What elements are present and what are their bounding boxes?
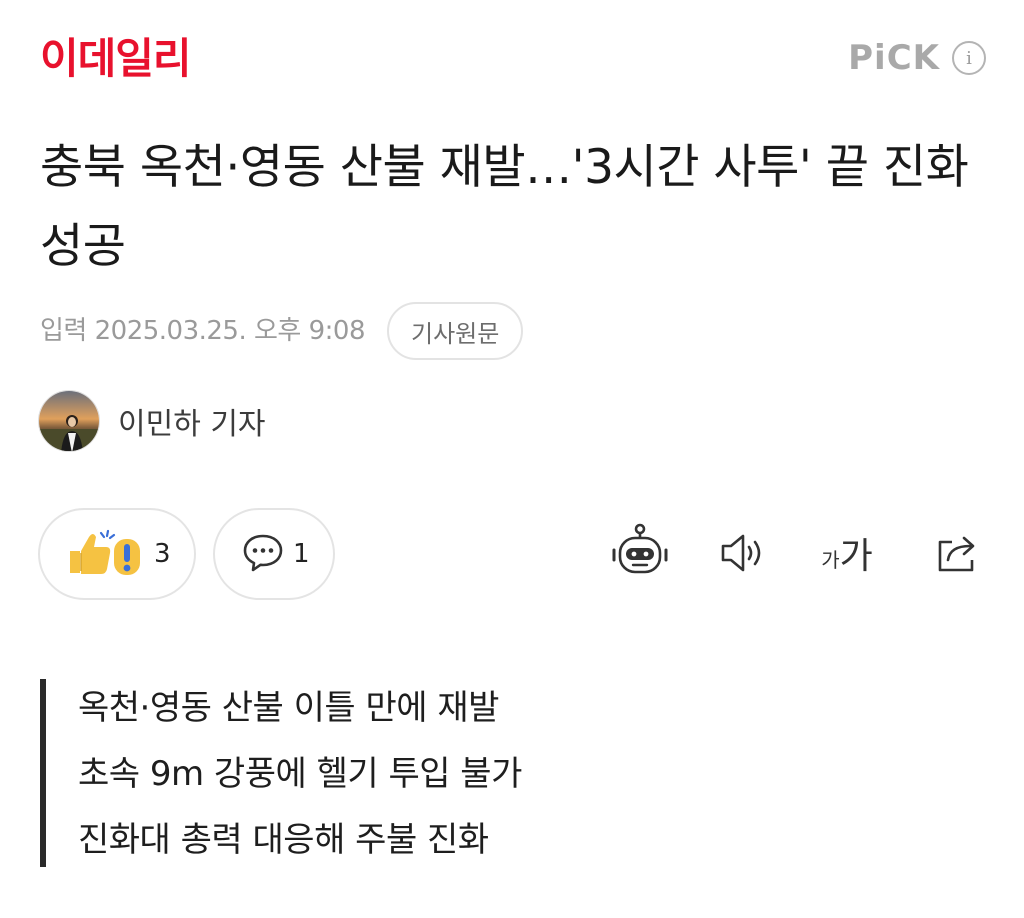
article-toolbar: 가 가 <box>600 520 990 586</box>
comment-count: 1 <box>293 539 310 569</box>
reaction-button[interactable]: 3 <box>38 508 196 600</box>
share-icon[interactable] <box>930 520 984 586</box>
pick-badge[interactable]: PiCK i <box>848 38 986 78</box>
font-size-icon[interactable]: 가 가 <box>812 520 882 586</box>
reporter-avatar <box>38 390 100 452</box>
summary-line: 진화대 총력 대응해 주불 진화 <box>78 820 489 860</box>
summary-bar <box>40 679 46 867</box>
font-large-label: 가 <box>839 536 873 577</box>
comment-button[interactable]: 1 <box>213 508 335 600</box>
reaction-count: 3 <box>154 539 171 569</box>
pick-label: PiCK <box>848 38 940 78</box>
reporter-name: 이민하 기자 <box>118 407 266 442</box>
article-summary: 옥천·영동 산불 이틀 만에 재발 초속 9m 강풍에 헬기 투입 불가 진화대… <box>40 675 740 873</box>
speaker-icon[interactable] <box>715 520 769 586</box>
reporter-info[interactable]: 이민하 기자 <box>38 390 266 452</box>
original-article-button[interactable]: 기사원문 <box>387 302 524 360</box>
article-meta: 입력 2025.03.25. 오후 9:08 기사원문 <box>40 301 524 361</box>
publish-date: 입력 2025.03.25. 오후 9:08 <box>40 316 366 346</box>
font-small-label: 가 <box>821 547 840 572</box>
robot-summary-icon[interactable] <box>610 520 670 586</box>
summary-line: 초속 9m 강풍에 헬기 투입 불가 <box>78 754 522 794</box>
site-logo[interactable]: 이데일리 <box>40 34 192 84</box>
article-title: 충북 옥천·영동 산불 재발…'3시간 사투' 끝 진화 성공 <box>40 140 969 274</box>
reaction-icon <box>64 525 146 583</box>
summary-line: 옥천·영동 산불 이틀 만에 재발 <box>78 688 499 728</box>
info-icon[interactable]: i <box>952 41 986 75</box>
comment-icon <box>241 530 285 578</box>
